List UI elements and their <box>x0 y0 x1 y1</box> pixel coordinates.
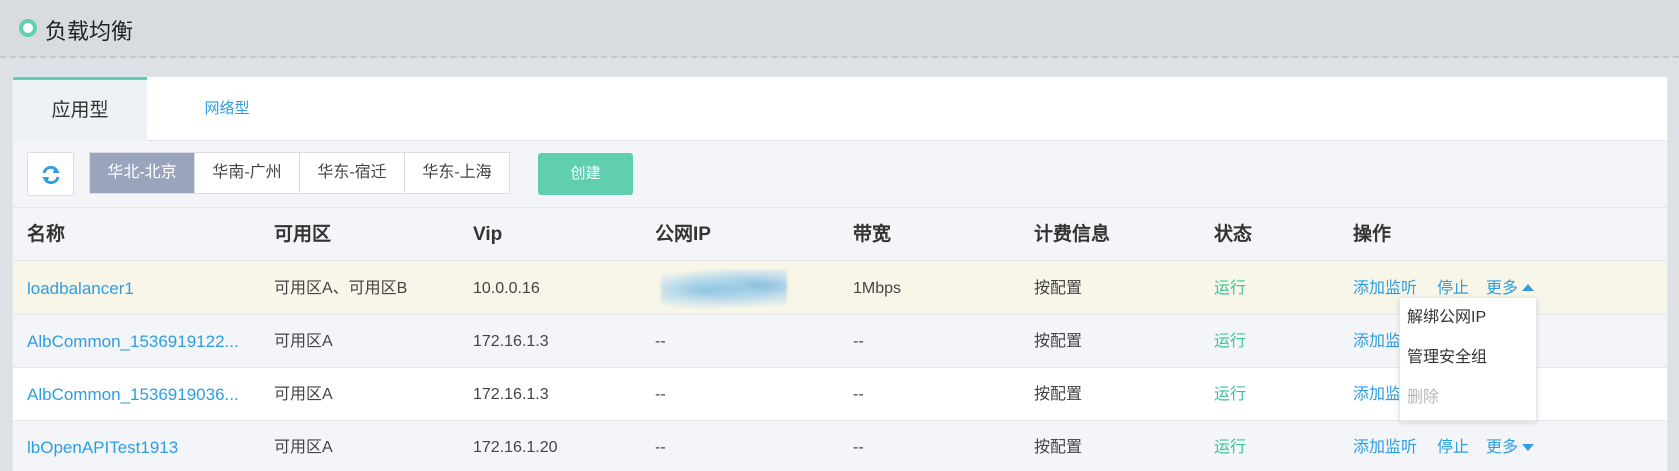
caret-up-icon <box>1522 283 1535 291</box>
create-button[interactable]: 创建 <box>538 153 633 195</box>
vip-cell: 10.0.0.16 <box>473 280 540 297</box>
region-suqian[interactable]: 华东-宿迁 <box>300 153 405 193</box>
menu-item-unbind-public-ip[interactable]: 解绑公网IP <box>1407 298 1486 338</box>
billing-cell: 按配置 <box>1034 386 1083 403</box>
region-beijing[interactable]: 华北-北京 <box>90 153 195 193</box>
more-label: 更多 <box>1486 280 1519 297</box>
page-title: 负载均衡 <box>45 19 134 44</box>
header-vip: Vip <box>473 224 503 245</box>
toolbar: 华北-北京 华南-广州 华东-宿迁 华东-上海 创建 <box>13 142 1667 206</box>
tab-bar: 应用型 网络型 <box>13 77 1667 141</box>
zone-cell: 可用区A <box>274 333 333 350</box>
redacted-public-ip <box>661 270 787 310</box>
billing-cell: 按配置 <box>1034 439 1083 456</box>
more-label: 更多 <box>1486 439 1519 456</box>
status-cell: 运行 <box>1214 439 1247 456</box>
vip-cell: 172.16.1.3 <box>473 386 549 403</box>
zone-cell: 可用区A、可用区B <box>274 280 408 297</box>
status-cell: 运行 <box>1214 333 1247 350</box>
region-shanghai[interactable]: 华东-上海 <box>405 153 509 193</box>
bandwidth-cell: -- <box>853 386 864 403</box>
header-name: 名称 <box>27 224 66 245</box>
more-actions-menu: 解绑公网IP 管理安全组 删除 <box>1399 297 1537 421</box>
vip-cell: 172.16.1.3 <box>473 333 549 350</box>
lb-name-link[interactable]: AlbCommon_1536919122... <box>27 315 239 368</box>
tab-network[interactable]: 网络型 <box>177 77 277 141</box>
lb-name-link[interactable]: lbOpenAPITest1913 <box>27 421 178 471</box>
add-listener-link[interactable]: 添加监 <box>1353 368 1401 421</box>
bandwidth-cell: 1Mbps <box>853 280 902 297</box>
header-billing: 计费信息 <box>1034 224 1111 245</box>
header-zone: 可用区 <box>274 224 332 245</box>
circle-icon <box>19 19 37 37</box>
public-ip-cell: -- <box>655 386 666 403</box>
page-header: 负载均衡 <box>0 0 1679 58</box>
header-status: 状态 <box>1214 224 1253 245</box>
refresh-button[interactable] <box>27 152 74 196</box>
more-dropdown-toggle[interactable]: 更多 <box>1486 421 1535 471</box>
status-cell: 运行 <box>1214 386 1247 403</box>
table-row: lbOpenAPITest1913 可用区A 172.16.1.20 -- --… <box>13 421 1667 471</box>
caret-down-icon <box>1522 443 1535 451</box>
status-cell: 运行 <box>1214 280 1247 297</box>
billing-cell: 按配置 <box>1034 333 1083 350</box>
public-ip-cell: -- <box>655 333 666 350</box>
stop-link[interactable]: 停止 <box>1437 421 1469 471</box>
add-listener-link[interactable]: 添加监听 <box>1353 421 1417 471</box>
menu-item-manage-security-group[interactable]: 管理安全组 <box>1407 338 1487 378</box>
billing-cell: 按配置 <box>1034 280 1083 297</box>
region-guangzhou[interactable]: 华南-广州 <box>195 153 300 193</box>
lb-name-link[interactable]: loadbalancer1 <box>27 262 134 315</box>
header-public-ip: 公网IP <box>655 224 711 245</box>
tab-application[interactable]: 应用型 <box>13 77 147 141</box>
header-bandwidth: 带宽 <box>853 224 892 245</box>
refresh-icon <box>42 165 60 185</box>
bandwidth-cell: -- <box>853 333 864 350</box>
region-selector: 华北-北京 华南-广州 华东-宿迁 华东-上海 <box>89 152 510 194</box>
bandwidth-cell: -- <box>853 439 864 456</box>
zone-cell: 可用区A <box>274 439 333 456</box>
vip-cell: 172.16.1.20 <box>473 439 558 456</box>
lb-name-link[interactable]: AlbCommon_1536919036... <box>27 368 239 421</box>
zone-cell: 可用区A <box>274 386 333 403</box>
public-ip-cell: -- <box>655 439 666 456</box>
add-listener-link[interactable]: 添加监 <box>1353 315 1401 368</box>
table-header: 名称 可用区 Vip 公网IP 带宽 计费信息 状态 操作 <box>13 207 1667 261</box>
menu-item-delete: 删除 <box>1407 389 1440 406</box>
header-actions: 操作 <box>1353 224 1392 245</box>
